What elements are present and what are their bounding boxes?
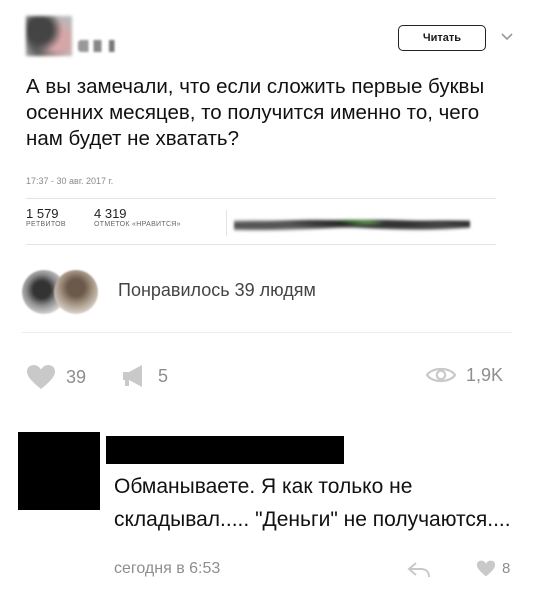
likes-label: ОТМЕТОК «НРАВИТСЯ» <box>94 221 181 228</box>
megaphone-icon <box>123 365 142 387</box>
divider <box>26 198 496 199</box>
likes-stat[interactable]: 4 319 ОТМЕТОК «НРАВИТСЯ» <box>94 206 181 228</box>
divider <box>26 244 496 245</box>
comment-like-count: 8 <box>502 560 511 577</box>
comment-time[interactable]: сегодня в 6:53 <box>114 560 220 578</box>
views-count: 1,9K <box>466 364 504 385</box>
like-button[interactable]: 39 <box>26 364 86 390</box>
tweet-text: А вы замечали, что если сложить первые б… <box>26 75 485 150</box>
comment-like-button[interactable]: 8 <box>476 560 510 577</box>
heart-icon <box>476 560 496 577</box>
comment-text: Обманываете. Я как только не складывал..… <box>114 475 511 531</box>
follow-button[interactable]: Читать <box>398 25 486 51</box>
divider <box>22 332 512 333</box>
tweet-timestamp[interactable]: 17:37 - 30 авг. 2017 г. <box>26 176 113 186</box>
retweet-stat[interactable]: 1 579 РЕТВИТОВ <box>26 206 66 228</box>
repost-button[interactable]: 5 <box>122 364 168 388</box>
retweet-label: РЕТВИТОВ <box>26 221 66 228</box>
chevron-down-icon[interactable] <box>500 30 514 44</box>
liked-by-text[interactable]: Понравилось 39 людям <box>118 280 316 301</box>
commenter-avatar[interactable] <box>18 432 100 510</box>
tweet-author-handle[interactable] <box>78 40 130 52</box>
stat-divider <box>226 210 227 236</box>
reply-icon[interactable] <box>406 560 432 580</box>
eye-icon <box>426 367 456 383</box>
repost-count: 5 <box>158 365 169 386</box>
liked-by-avatars[interactable] <box>22 270 100 314</box>
avatar <box>54 270 98 314</box>
likers-avatars[interactable] <box>234 210 470 238</box>
views-indicator: 1,9K <box>426 364 503 386</box>
commenter-name[interactable] <box>106 436 344 464</box>
tweet-author-avatar[interactable] <box>26 16 72 56</box>
like-count: 39 <box>66 366 87 387</box>
retweet-count: 1 579 <box>26 206 59 221</box>
heart-icon <box>27 365 55 389</box>
likes-count: 4 319 <box>94 206 127 221</box>
